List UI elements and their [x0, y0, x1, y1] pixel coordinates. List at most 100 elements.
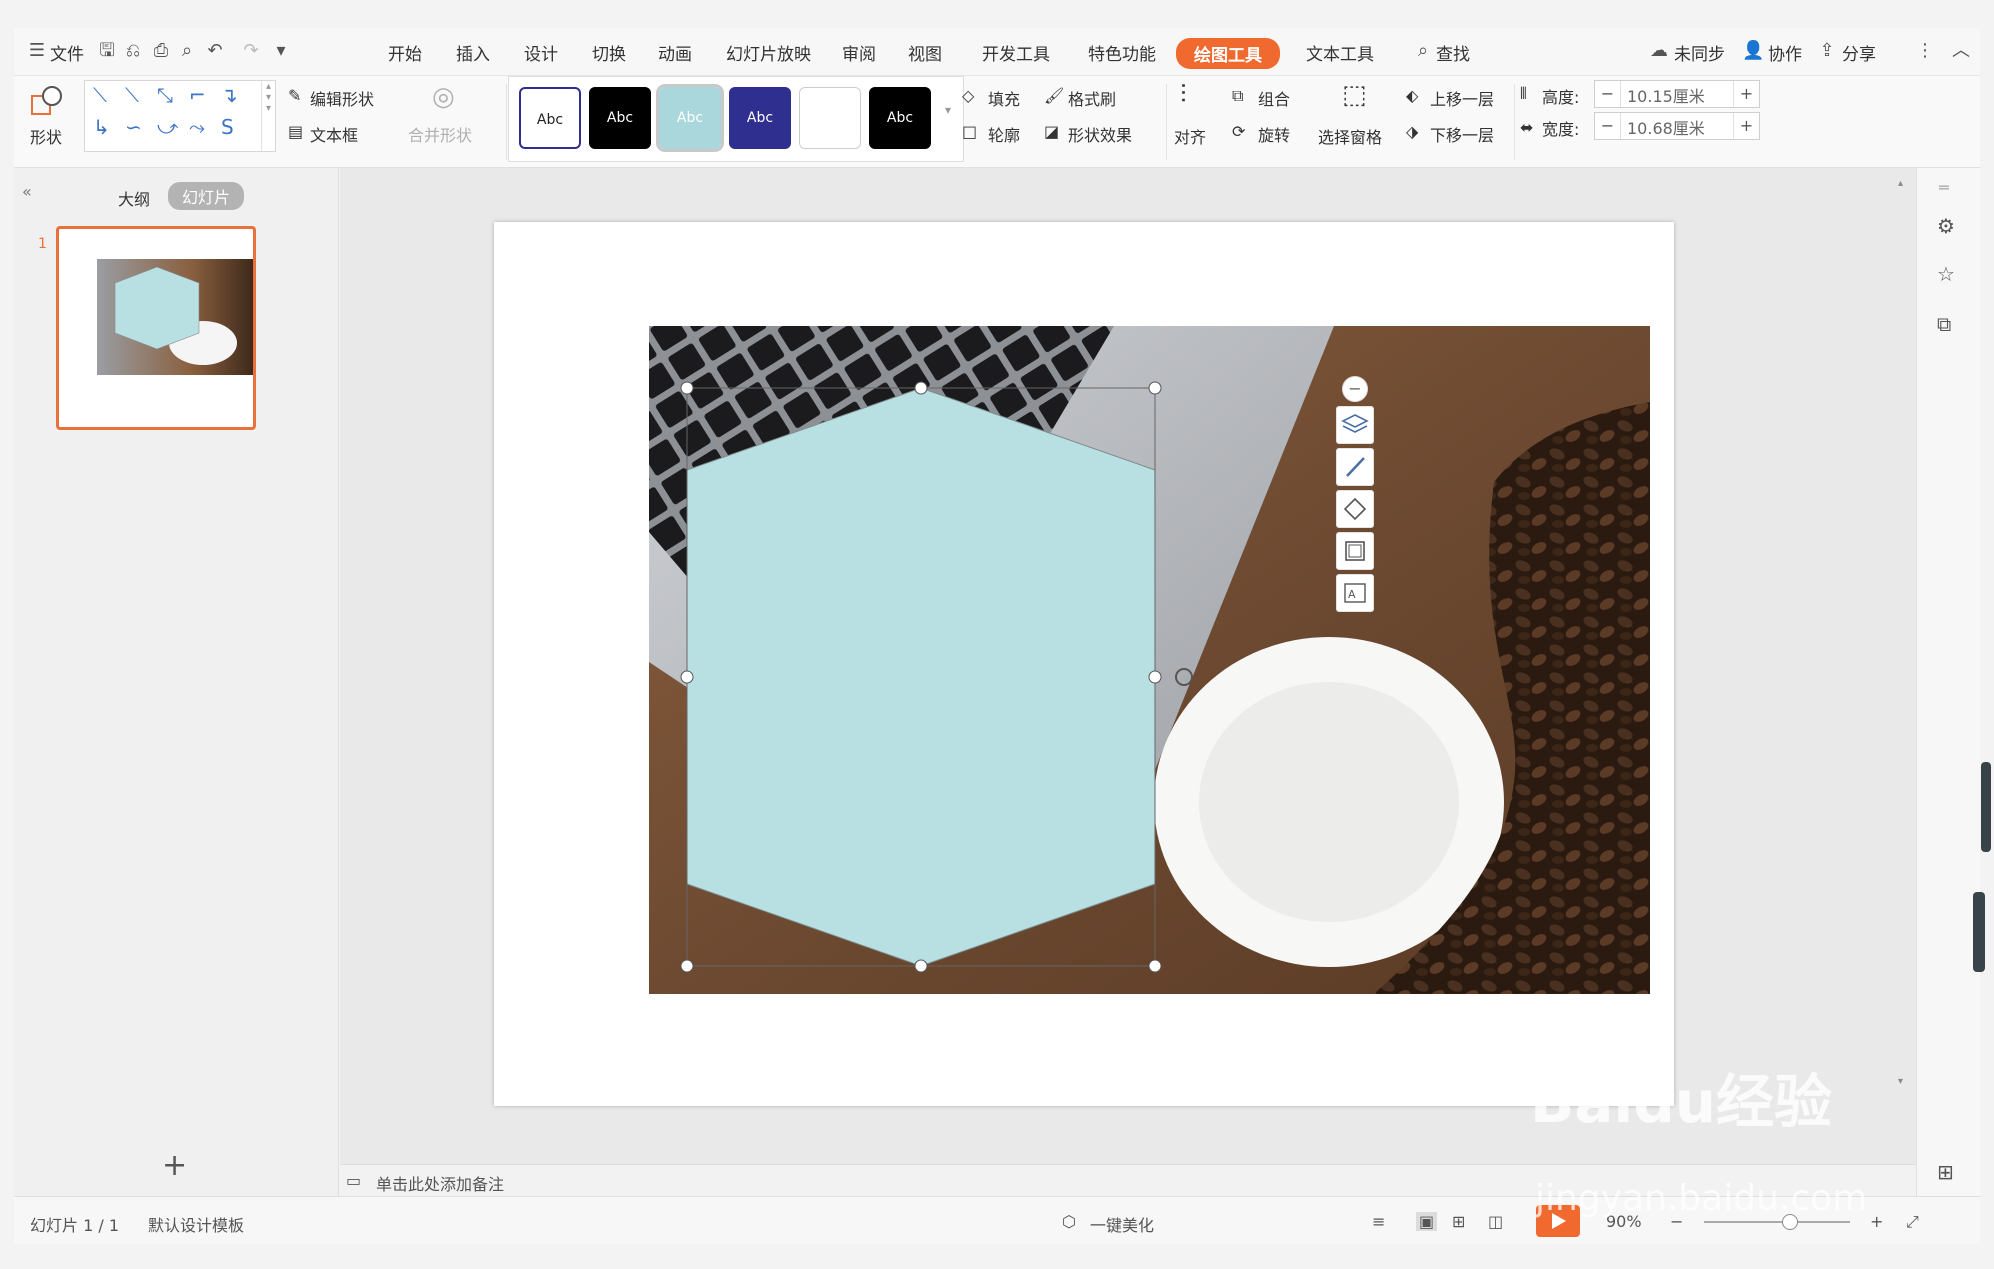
send-backward-button[interactable]: 下移一层 [1430, 122, 1494, 146]
layers-icon[interactable] [1336, 406, 1374, 444]
hamburger-menu-icon[interactable]: ☰ [26, 40, 48, 62]
sync-status[interactable]: 未同步 [1674, 40, 1725, 65]
selection-handle-bottom-left[interactable] [680, 959, 694, 973]
fill-button[interactable]: 填充 [988, 86, 1020, 110]
style-preset-2[interactable]: Abc [589, 87, 651, 149]
shape-effect-button[interactable]: 形状效果 [1068, 122, 1132, 146]
rotate-button[interactable]: 旋转 [1258, 122, 1290, 146]
transition-icon[interactable]: ⧉ [1937, 312, 1951, 336]
bring-forward-button[interactable]: 上移一层 [1430, 86, 1494, 110]
scroll-down-icon[interactable]: ▾ [1898, 1076, 1903, 1087]
properties-icon[interactable]: ⚙ [1937, 214, 1955, 238]
line-shape-icon[interactable]: ⟍ [93, 83, 107, 107]
share-button[interactable]: 分享 [1842, 40, 1876, 65]
selection-handle-top-right[interactable] [1148, 381, 1162, 395]
tab-home[interactable]: 开始 [388, 40, 422, 65]
selection-handle-top[interactable] [914, 381, 928, 395]
selection-handle-bottom[interactable] [914, 959, 928, 973]
tab-transition[interactable]: 切换 [592, 40, 626, 65]
align-button[interactable]: 对齐 [1174, 124, 1206, 148]
text-in-shape-icon[interactable]: A [1336, 574, 1374, 612]
side-panel-tab[interactable] [1981, 762, 1991, 852]
width-input[interactable]: − 10.68厘米 + [1594, 112, 1760, 140]
notes-placeholder[interactable]: 单击此处添加备注 [376, 1171, 504, 1195]
hexagon-shape[interactable] [686, 387, 1156, 967]
style-preset-5[interactable] [799, 87, 861, 149]
shapes-icon[interactable] [30, 84, 64, 118]
shapes-button[interactable]: 形状 [30, 124, 62, 148]
add-slide-icon[interactable]: + [162, 1148, 187, 1183]
slide-thumbnail[interactable] [56, 226, 256, 430]
curved-arrow-connector-icon[interactable]: ⤻ [157, 115, 178, 139]
print-icon[interactable]: ⎙ [150, 40, 172, 62]
height-decrement-button[interactable]: − [1595, 81, 1621, 107]
edit-shape-button[interactable]: 编辑形状 [310, 86, 374, 110]
side-panel-tab[interactable] [1973, 892, 1985, 972]
selection-handle-top-left[interactable] [680, 381, 694, 395]
collapse-pane-icon[interactable]: « [22, 182, 32, 201]
slide-sorter-icon[interactable]: ⊞ [1452, 1212, 1465, 1231]
redo-icon[interactable]: ↷ [240, 40, 262, 62]
height-increment-button[interactable]: + [1733, 81, 1759, 107]
textbox-button[interactable]: 文本框 [310, 122, 358, 146]
tab-drawing-tools[interactable]: 绘图工具 [1176, 38, 1280, 69]
style-gallery-more-icon[interactable]: ▾ [945, 103, 951, 117]
slide[interactable]: − A [494, 222, 1674, 1106]
save-icon[interactable]: 🖫 [96, 40, 118, 62]
selection-handle-left[interactable] [680, 670, 694, 684]
gallery-scroll-icon[interactable]: ▴ ▾ ▾ [261, 81, 275, 151]
freeform-curve-icon[interactable]: S [221, 115, 234, 139]
selection-pane-button[interactable]: 选择窗格 [1318, 124, 1382, 148]
more-options-icon[interactable]: ⋮ [1914, 40, 1936, 62]
fit-window-icon[interactable]: ⤢ [1906, 1212, 1919, 1232]
style-preset-1[interactable]: Abc [519, 87, 581, 149]
curved-connector-icon[interactable]: ∽ [125, 115, 142, 139]
zoom-slider[interactable] [1704, 1214, 1850, 1230]
vertical-scrollbar[interactable]: ▴ ▾ [1896, 178, 1910, 1158]
tab-insert[interactable]: 插入 [456, 40, 490, 65]
merge-shape-button[interactable]: 合并形状 [408, 122, 472, 146]
width-increment-button[interactable]: + [1733, 113, 1759, 139]
elbow-double-arrow-icon[interactable]: ↳ [93, 115, 110, 139]
shape-gallery[interactable]: ⟍ ⟍ ⤡ ⌐ ↴ ↳ ∽ ⤻ ⤳ S ▴ ▾ ▾ [84, 80, 276, 152]
tab-design[interactable]: 设计 [524, 40, 558, 65]
print-preview-icon[interactable]: ⌕ [176, 40, 198, 62]
selection-handle-right[interactable] [1148, 670, 1162, 684]
outline-style-icon[interactable] [1336, 532, 1374, 570]
tab-view[interactable]: 视图 [908, 40, 942, 65]
format-painter-button[interactable]: 格式刷 [1068, 86, 1116, 110]
format-icon[interactable]: ⎌ [122, 40, 144, 62]
animation-star-icon[interactable]: ☆ [1937, 262, 1955, 286]
elbow-arrow-connector-icon[interactable]: ↴ [221, 83, 238, 107]
tab-animation[interactable]: 动画 [658, 40, 692, 65]
tab-text-tools[interactable]: 文本工具 [1306, 40, 1374, 65]
collapse-float-toolbar-icon[interactable]: − [1342, 376, 1368, 402]
reading-view-icon[interactable]: ◫ [1488, 1212, 1503, 1231]
beautify-button[interactable]: 一键美化 [1090, 1212, 1154, 1236]
tab-review[interactable]: 审阅 [842, 40, 876, 65]
template-name[interactable]: 默认设计模板 [148, 1212, 244, 1236]
width-decrement-button[interactable]: − [1595, 113, 1621, 139]
pen-icon[interactable] [1336, 448, 1374, 486]
curved-double-arrow-icon[interactable]: ⤳ [189, 115, 205, 139]
style-preset-3[interactable]: Abc [656, 84, 724, 152]
normal-view-icon[interactable]: ▣ [1416, 1212, 1438, 1231]
arrow-line-shape-icon[interactable]: ⟍ [125, 83, 139, 107]
zoom-in-button[interactable]: + [1870, 1212, 1883, 1231]
tab-special-features[interactable]: 特色功能 [1088, 40, 1156, 65]
outline-button[interactable]: 轮廓 [988, 122, 1020, 146]
group-button[interactable]: 组合 [1258, 86, 1290, 110]
collapse-ribbon-icon[interactable]: ︿ [1950, 40, 1972, 62]
menu-file[interactable]: 文件 [50, 40, 84, 65]
fill-bucket-icon[interactable] [1336, 490, 1374, 528]
tab-developer[interactable]: 开发工具 [982, 40, 1050, 65]
style-preset-4[interactable]: Abc [729, 87, 791, 149]
collaborate-button[interactable]: 协作 [1768, 40, 1802, 65]
elbow-connector-icon[interactable]: ⌐ [189, 83, 206, 107]
search-button[interactable]: 查找 [1436, 40, 1470, 65]
style-preset-6[interactable]: Abc [869, 87, 931, 149]
scroll-up-icon[interactable]: ▴ [1898, 178, 1903, 189]
tab-outline[interactable]: 大纲 [118, 186, 150, 210]
tab-slideshow[interactable]: 幻灯片放映 [726, 40, 811, 65]
double-arrow-shape-icon[interactable]: ⤡ [157, 83, 173, 107]
